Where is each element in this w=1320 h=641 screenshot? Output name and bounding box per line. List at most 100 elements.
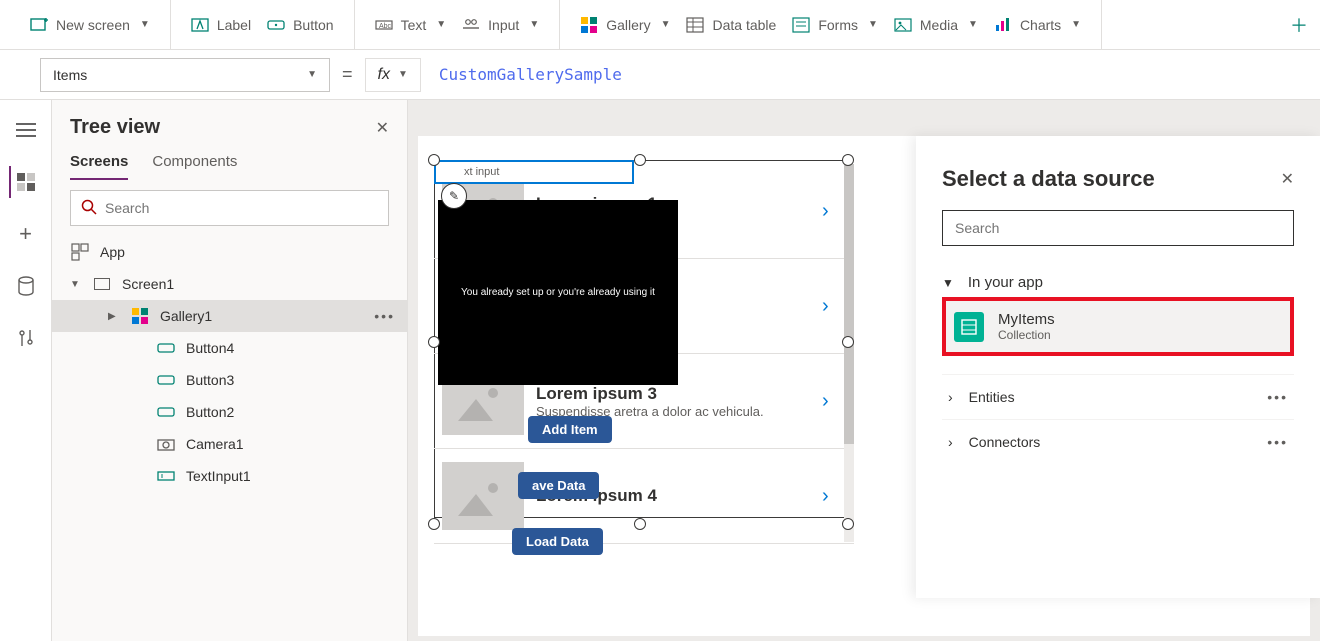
text-input-icon	[156, 466, 176, 486]
forms-button[interactable]: Forms ▼	[784, 10, 886, 40]
tab-components[interactable]: Components	[152, 153, 237, 180]
chevron-down-icon: ▼	[968, 19, 978, 30]
tree-item-camera1[interactable]: Camera1	[52, 428, 407, 460]
tree-search-input[interactable]	[105, 200, 378, 216]
gallery-button[interactable]: Gallery ▼	[572, 10, 678, 40]
property-select[interactable]: Items ▼	[40, 58, 330, 92]
tree-view-icon[interactable]	[9, 166, 41, 198]
new-screen-button[interactable]: New screen ▼	[22, 10, 158, 40]
tree-item-label: Button3	[186, 372, 234, 388]
more-icon[interactable]: •••	[374, 308, 395, 324]
more-icon[interactable]: •••	[1267, 389, 1288, 405]
section-label: In your app	[968, 274, 1043, 291]
gallery-scrollbar[interactable]	[844, 164, 854, 542]
chevron-right-icon[interactable]: ▶	[108, 311, 120, 322]
close-icon[interactable]: ✕	[1281, 169, 1294, 189]
chevron-down-icon: ▼	[529, 19, 539, 30]
plus-icon[interactable]: ＋	[1290, 16, 1308, 34]
save-data-button[interactable]: ave Data	[518, 472, 599, 499]
resize-handle[interactable]	[842, 336, 854, 348]
gallery-item-title: Lorem ipsum 3	[536, 384, 810, 404]
charts-icon	[994, 16, 1012, 34]
chevron-right-icon[interactable]: ›	[822, 200, 846, 223]
data-table-button[interactable]: Data table	[678, 10, 784, 40]
tree-title: Tree view	[70, 116, 160, 139]
chevron-down-icon: ▼	[436, 19, 446, 30]
resize-handle[interactable]	[428, 154, 440, 166]
data-table-label: Data table	[712, 17, 776, 33]
text-input-selected[interactable]: xt input	[434, 160, 634, 184]
data-source-search-input[interactable]	[955, 220, 1281, 236]
tree-item-button3[interactable]: Button3	[52, 364, 407, 396]
chevron-right-icon[interactable]: ›	[822, 390, 846, 413]
media-button[interactable]: Media ▼	[886, 10, 986, 40]
data-source-title: Select a data source	[942, 166, 1155, 192]
hamburger-icon[interactable]	[10, 114, 42, 146]
chevron-right-icon[interactable]: ›	[822, 485, 846, 508]
media-icon	[894, 16, 912, 34]
chevron-down-icon: ▼	[868, 19, 878, 30]
resize-handle[interactable]	[842, 154, 854, 166]
tree-item-button4[interactable]: Button4	[52, 332, 407, 364]
tree-item-label: App	[100, 244, 125, 260]
tree-search[interactable]	[70, 190, 389, 226]
insert-icon[interactable]: +	[10, 218, 42, 250]
chevron-right-icon: ›	[948, 434, 953, 450]
resize-handle[interactable]	[428, 518, 440, 530]
edit-pencil-icon[interactable]: ✎	[441, 183, 467, 209]
text-button[interactable]: Abc Text ▼	[367, 10, 455, 40]
property-label: Items	[53, 67, 87, 83]
section-connectors[interactable]: › Connectors •••	[942, 419, 1294, 464]
ribbon: New screen ▼ Label Button Abc Text ▼	[0, 0, 1320, 50]
more-icon[interactable]: •••	[1267, 434, 1288, 450]
input-icon	[462, 16, 480, 34]
chevron-right-icon[interactable]: ›	[822, 295, 846, 318]
section-in-your-app[interactable]: ▼ In your app	[942, 268, 1294, 297]
resize-handle[interactable]	[634, 518, 646, 530]
chevron-down-icon[interactable]: ▼	[398, 69, 408, 80]
data-source-search[interactable]	[942, 210, 1294, 246]
forms-label: Forms	[818, 17, 858, 33]
gallery-icon	[130, 306, 150, 326]
tree-item-gallery1[interactable]: ▶ Gallery1 •••	[52, 300, 407, 332]
tree-item-app[interactable]: App	[52, 236, 407, 268]
tree-item-label: Button2	[186, 404, 234, 420]
chevron-down-icon[interactable]: ▼	[70, 279, 82, 290]
input-label: Input	[488, 17, 519, 33]
formula-input[interactable]	[433, 65, 1312, 84]
camera-overlay: You already set up or you're already usi…	[438, 200, 678, 385]
label-button[interactable]: Label	[183, 10, 259, 40]
button-icon	[267, 16, 285, 34]
data-icon[interactable]	[10, 270, 42, 302]
media-label: Media	[920, 17, 958, 33]
tree-item-button2[interactable]: Button2	[52, 396, 407, 428]
data-source-item-title: MyItems	[998, 311, 1055, 328]
app-icon	[70, 242, 90, 262]
resize-handle[interactable]	[428, 336, 440, 348]
input-button[interactable]: Input ▼	[454, 10, 547, 40]
charts-label: Charts	[1020, 17, 1061, 33]
collection-icon	[954, 312, 984, 342]
section-entities[interactable]: › Entities •••	[942, 374, 1294, 419]
data-source-item-myitems[interactable]: MyItems Collection	[942, 297, 1294, 356]
tree-item-screen1[interactable]: ▼ Screen1	[52, 268, 407, 300]
tree-item-label: Button4	[186, 340, 234, 356]
resize-handle[interactable]	[842, 518, 854, 530]
camera-icon	[156, 434, 176, 454]
canvas-wrap: xt input ✎ Lorem ipsum 1 sit amet,	[408, 100, 1320, 641]
scrollbar-thumb[interactable]	[844, 164, 854, 444]
add-item-button[interactable]: Add Item	[528, 416, 612, 443]
button-label: Button	[293, 17, 333, 33]
charts-button[interactable]: Charts ▼	[986, 10, 1089, 40]
fx-box: fx ▼	[365, 58, 421, 92]
tools-icon[interactable]	[10, 322, 42, 354]
button-icon	[156, 370, 176, 390]
screen-icon	[92, 274, 112, 294]
resize-handle[interactable]	[634, 154, 646, 166]
tree-item-textinput1[interactable]: TextInput1	[52, 460, 407, 492]
close-icon[interactable]: ✕	[376, 118, 389, 138]
gallery-row[interactable]: Lorem ipsum 4 ›	[434, 449, 854, 544]
tab-screens[interactable]: Screens	[70, 153, 128, 180]
load-data-button[interactable]: Load Data	[512, 528, 603, 555]
button-button[interactable]: Button	[259, 10, 341, 40]
